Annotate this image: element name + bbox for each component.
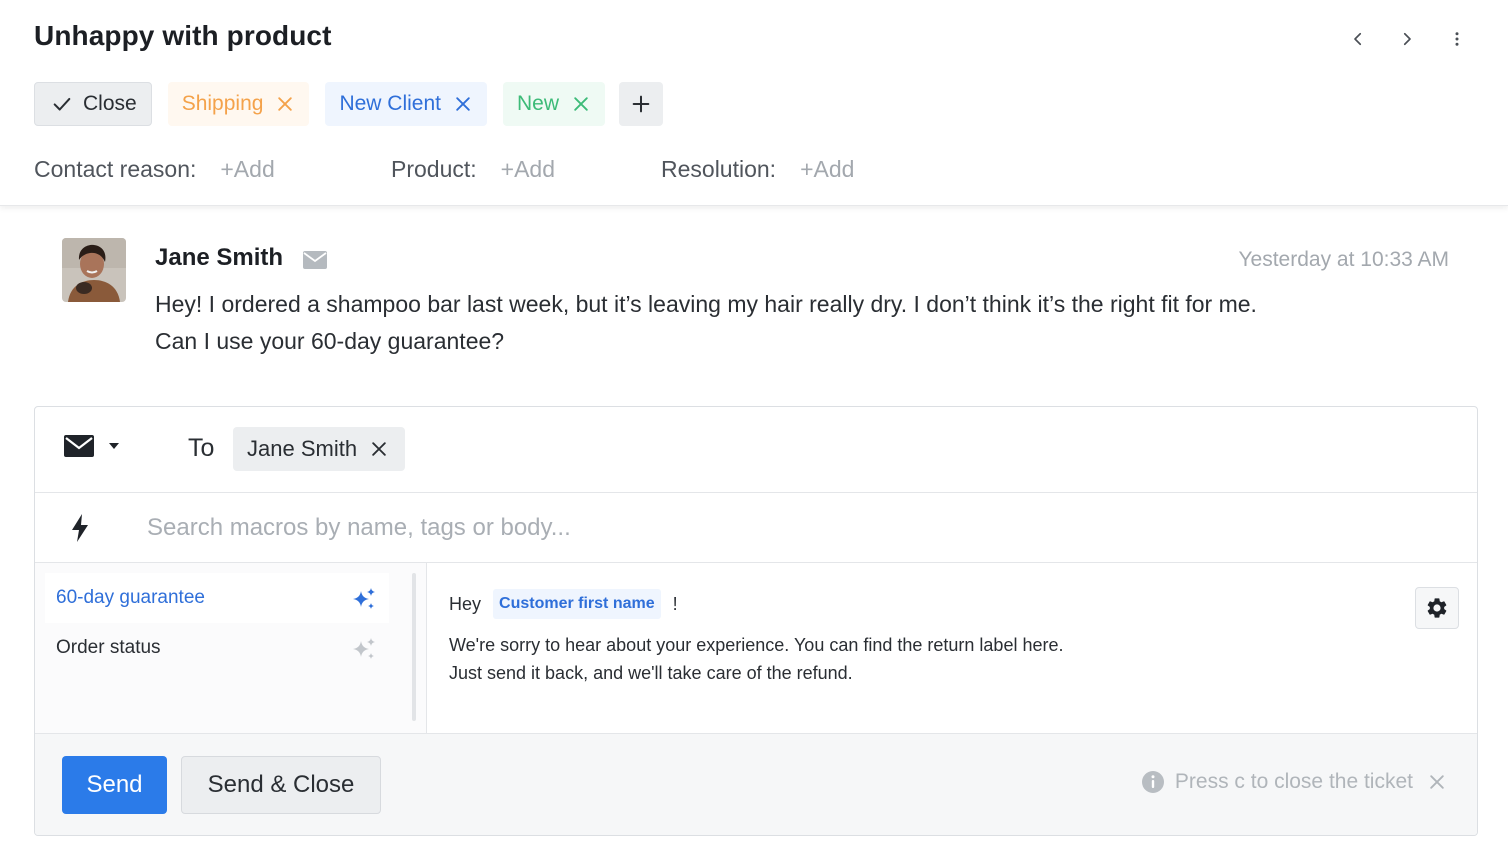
prev-ticket-button[interactable] bbox=[1343, 24, 1373, 54]
close-icon bbox=[1430, 775, 1444, 789]
tag-label: Shipping bbox=[181, 92, 264, 115]
info-icon bbox=[1141, 771, 1164, 793]
tag-new-client[interactable]: New Client bbox=[325, 82, 487, 126]
message-timestamp: Yesterday at 10:33 AM bbox=[1238, 248, 1449, 271]
tag-label: New Client bbox=[339, 92, 441, 115]
message-body: Hey! I ordered a shampoo bar last week, … bbox=[155, 286, 1455, 360]
reply-footer: Send Send & Close Press c to close the t… bbox=[35, 733, 1477, 835]
check-icon bbox=[53, 97, 71, 111]
send-and-close-button[interactable]: Send & Close bbox=[181, 756, 381, 814]
remove-tag-button[interactable] bbox=[453, 94, 473, 114]
more-options-button[interactable] bbox=[1442, 24, 1472, 54]
preview-greeting-line: Hey Customer first name ! bbox=[449, 589, 678, 619]
gear-icon bbox=[1427, 598, 1447, 618]
hint-text: Press c to close the ticket bbox=[1174, 770, 1413, 793]
message-line: Hey! I ordered a shampoo bar last week, … bbox=[155, 291, 1257, 317]
plus-icon bbox=[632, 95, 650, 113]
macro-label: Order status bbox=[56, 637, 161, 658]
ticket-title: Unhappy with product bbox=[34, 20, 332, 51]
envelope-icon bbox=[64, 435, 94, 457]
chevron-right-icon bbox=[1403, 32, 1411, 46]
add-contact-reason-button[interactable]: +Add bbox=[220, 156, 274, 183]
macro-list: 60-day guarantee Order status bbox=[35, 563, 427, 733]
lightning-icon bbox=[72, 514, 88, 542]
macro-label: 60-day guarantee bbox=[56, 587, 205, 608]
field-product: Product: +Add bbox=[391, 156, 661, 183]
close-icon bbox=[278, 97, 293, 111]
macro-list-scrollbar[interactable] bbox=[412, 573, 416, 721]
add-resolution-button[interactable]: +Add bbox=[800, 156, 854, 183]
variable-chip[interactable]: Customer first name bbox=[493, 589, 661, 619]
send-button[interactable]: Send bbox=[62, 756, 167, 814]
ticket-header: Unhappy with product Close Shipping New … bbox=[0, 0, 1508, 206]
close-icon bbox=[574, 97, 588, 111]
field-resolution: Resolution: +Add bbox=[661, 156, 854, 183]
macro-search-row bbox=[35, 493, 1477, 563]
close-icon bbox=[372, 442, 386, 456]
chevron-left-icon bbox=[1354, 32, 1362, 46]
to-label: To bbox=[188, 434, 215, 462]
close-ticket-button[interactable]: Close bbox=[34, 82, 152, 126]
field-label: Contact reason: bbox=[34, 156, 197, 182]
macro-item-60-day-guarantee[interactable]: 60-day guarantee bbox=[45, 573, 389, 623]
close-ticket-label: Close bbox=[83, 92, 137, 115]
field-contact-reason: Contact reason: +Add bbox=[34, 156, 391, 183]
next-ticket-button[interactable] bbox=[1392, 24, 1422, 54]
caret-down-icon bbox=[109, 443, 119, 449]
preview-body: We're sorry to hear about your experienc… bbox=[449, 631, 1063, 687]
tag-label: New bbox=[516, 92, 559, 115]
remove-tag-button[interactable] bbox=[571, 94, 591, 114]
sparkle-icon bbox=[353, 638, 375, 659]
macro-preview: Hey Customer first name ! We're sorry to… bbox=[427, 563, 1477, 733]
email-channel-icon bbox=[303, 251, 327, 269]
macro-item-order-status[interactable]: Order status bbox=[45, 623, 389, 673]
ticket-tags: Close Shipping New Client New bbox=[34, 82, 663, 126]
field-label: Product: bbox=[391, 156, 477, 182]
recipient-row: To Jane Smith bbox=[35, 407, 1477, 493]
remove-tag-button[interactable] bbox=[275, 94, 295, 114]
ticket-fields: Contact reason: +Add Product: +Add Resol… bbox=[34, 156, 854, 183]
macro-search-input[interactable] bbox=[147, 507, 1047, 549]
recipient-name: Jane Smith bbox=[247, 436, 358, 461]
sender-name[interactable]: Jane Smith bbox=[155, 244, 283, 272]
reply-editor: To Jane Smith 60-day guarantee Order sta… bbox=[34, 406, 1478, 836]
macro-settings-button[interactable] bbox=[1415, 587, 1459, 629]
keyboard-hint: Press c to close the ticket bbox=[1141, 770, 1447, 794]
dismiss-hint-button[interactable] bbox=[1427, 772, 1447, 792]
tag-shipping[interactable]: Shipping bbox=[167, 82, 310, 126]
sparkle-icon bbox=[353, 588, 375, 609]
add-product-button[interactable]: +Add bbox=[501, 156, 555, 183]
message-line: Can I use your 60-day guarantee? bbox=[155, 328, 505, 354]
channel-selector[interactable] bbox=[63, 433, 121, 459]
avatar-photo bbox=[62, 238, 126, 302]
more-vertical-icon bbox=[1455, 32, 1459, 46]
avatar[interactable] bbox=[62, 238, 126, 302]
preview-line: We're sorry to hear about your experienc… bbox=[449, 635, 1064, 655]
close-icon bbox=[456, 97, 470, 111]
remove-recipient-button[interactable] bbox=[369, 439, 389, 459]
preview-punctuation: ! bbox=[672, 593, 678, 614]
preview-greeting: Hey bbox=[449, 593, 482, 614]
recipient-chip[interactable]: Jane Smith bbox=[233, 427, 406, 471]
add-tag-button[interactable] bbox=[619, 82, 663, 126]
tag-new[interactable]: New bbox=[502, 82, 605, 126]
field-label: Resolution: bbox=[661, 156, 777, 182]
preview-line: Just send it back, and we'll take care o… bbox=[449, 663, 853, 683]
